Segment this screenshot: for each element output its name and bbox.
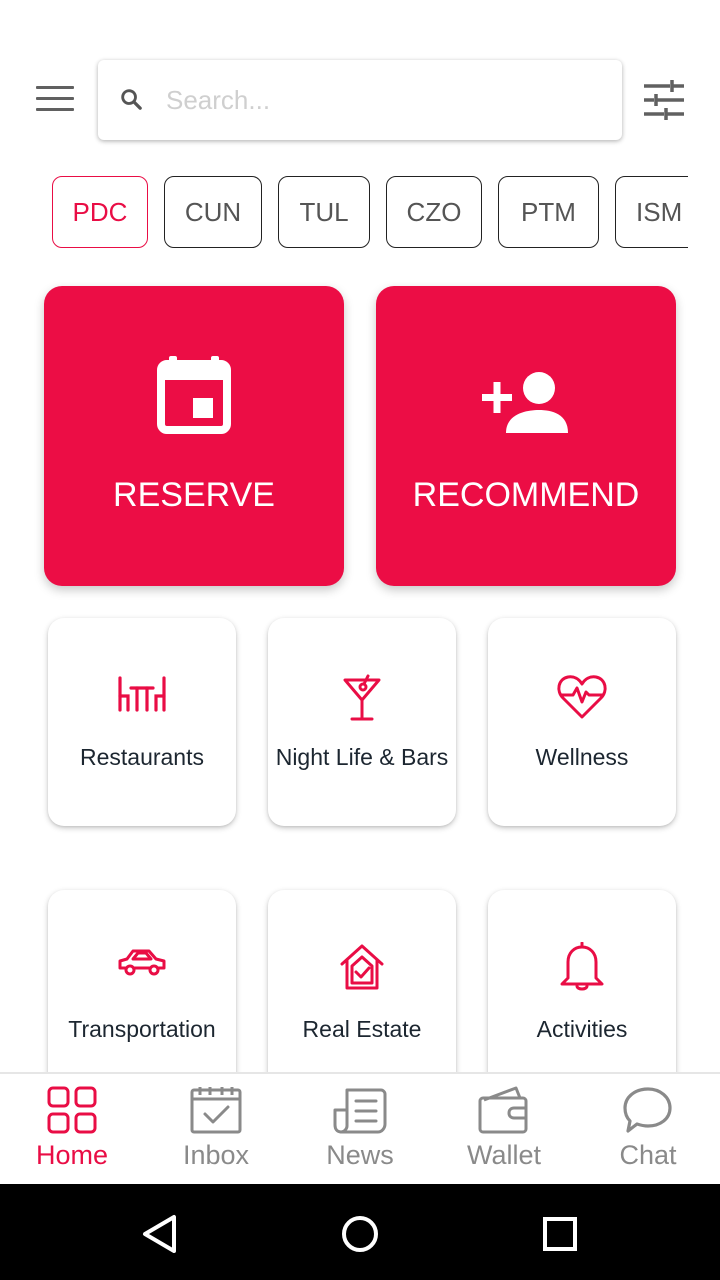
wallet-icon: [478, 1086, 528, 1134]
chat-bubble-icon: [623, 1087, 672, 1133]
cocktail-icon: [343, 674, 381, 721]
nav-label: News: [326, 1140, 394, 1170]
back-icon[interactable]: [138, 1212, 182, 1256]
recommend-button[interactable]: RECOMMEND: [376, 286, 676, 586]
reserve-button[interactable]: RESERVE: [44, 286, 344, 586]
chip-label: TUL: [299, 196, 349, 227]
heartbeat-icon: [557, 675, 607, 719]
category-night-life[interactable]: Night Life & Bars: [268, 618, 456, 826]
category-transportation[interactable]: Transportation: [48, 890, 236, 1098]
search-icon: [121, 89, 142, 110]
car-icon: [118, 949, 166, 976]
chip-label: CZO: [406, 196, 462, 227]
search-bar[interactable]: [98, 60, 622, 140]
nav-label: Chat: [619, 1140, 677, 1170]
category-label: Wellness: [535, 744, 629, 770]
calendar-icon: [157, 356, 231, 434]
nav-wallet[interactable]: Wallet: [432, 1086, 576, 1182]
home-screen: PDC CUN TUL CZO PTM ISM RESERVE: [0, 0, 720, 1280]
house-check-icon: [340, 944, 384, 990]
chip-pdc[interactable]: PDC: [52, 176, 148, 248]
nav-label: Inbox: [182, 1140, 250, 1170]
category-label: Night Life & Bars: [275, 744, 449, 770]
nav-label: Wallet: [466, 1140, 541, 1170]
filter-sliders-icon[interactable]: [642, 80, 686, 120]
chip-czo[interactable]: CZO: [386, 176, 482, 248]
chip-label: ISM: [636, 196, 683, 227]
chip-ptm[interactable]: PTM: [498, 176, 599, 248]
nav-news[interactable]: News: [288, 1086, 432, 1182]
nav-label: Home: [35, 1140, 109, 1170]
category-label: Real Estate: [302, 1016, 422, 1042]
chip-label: CUN: [184, 196, 242, 227]
recents-square-icon[interactable]: [538, 1212, 582, 1256]
nav-chat[interactable]: Chat: [576, 1086, 720, 1182]
menu-icon[interactable]: [36, 86, 76, 116]
grid-icon: [47, 1086, 97, 1134]
search-input[interactable]: [166, 78, 596, 122]
category-activities[interactable]: Activities: [488, 890, 676, 1098]
category-restaurants[interactable]: Restaurants: [48, 618, 236, 826]
reserve-label: RESERVE: [113, 476, 275, 514]
category-label: Restaurants: [79, 744, 204, 770]
bottom-navigation: Home Inbox News Wallet Chat: [0, 1072, 720, 1184]
chip-cun[interactable]: CUN: [164, 176, 262, 248]
category-label: Transportation: [68, 1016, 216, 1042]
nav-inbox[interactable]: Inbox: [144, 1086, 288, 1182]
nav-home[interactable]: Home: [0, 1086, 144, 1182]
location-chips: PDC CUN TUL CZO PTM ISM: [52, 176, 688, 248]
category-real-estate[interactable]: Real Estate: [268, 890, 456, 1098]
system-navigation-bar: [0, 1184, 720, 1280]
calendar-check-icon: [190, 1087, 242, 1134]
category-wellness[interactable]: Wellness: [488, 618, 676, 826]
chip-ism[interactable]: ISM: [615, 176, 688, 248]
chip-label: PDC: [72, 196, 128, 227]
newspaper-icon: [333, 1088, 387, 1134]
bell-icon: [560, 942, 604, 991]
category-label: Activities: [536, 1016, 628, 1042]
chip-label: PTM: [521, 196, 576, 227]
chip-tul[interactable]: TUL: [278, 176, 370, 248]
home-circle-icon[interactable]: [338, 1212, 382, 1256]
recommend-label: RECOMMEND: [412, 476, 640, 514]
restaurant-table-icon: [118, 676, 166, 712]
person-add-icon: [482, 372, 568, 433]
